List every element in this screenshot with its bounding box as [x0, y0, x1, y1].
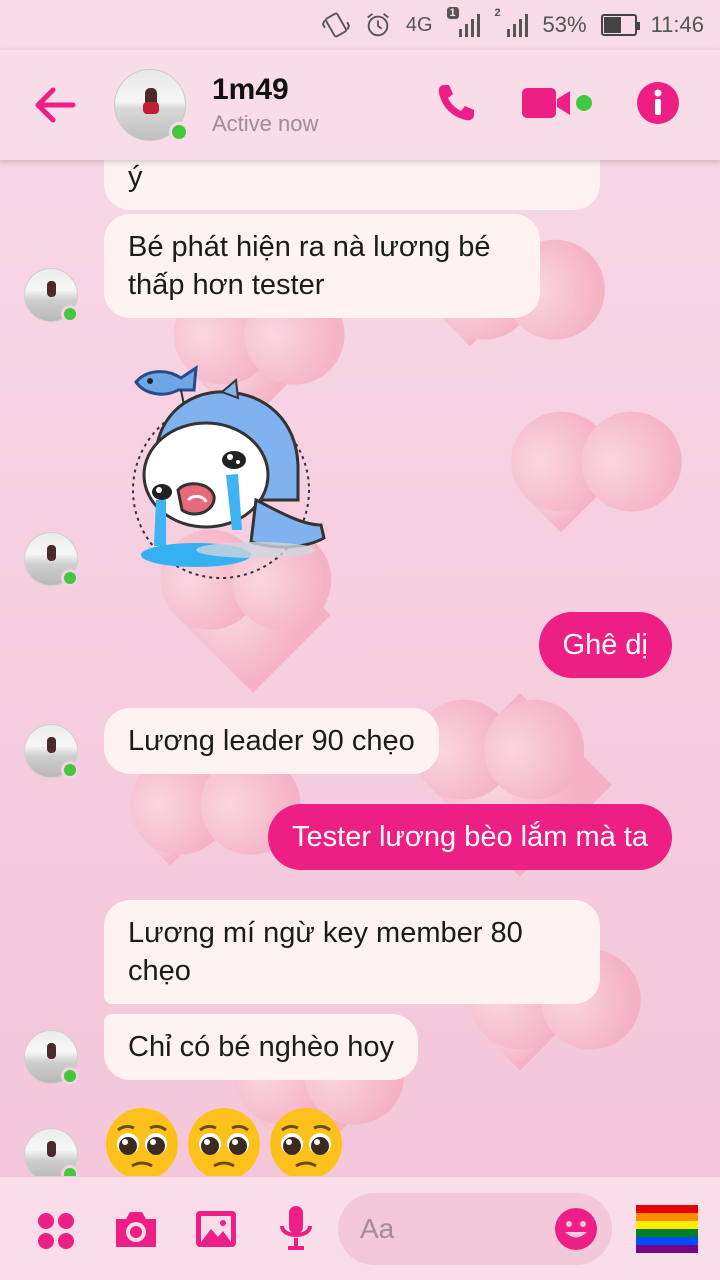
battery-icon: [600, 14, 640, 36]
contact-avatar-small[interactable]: [24, 1030, 79, 1085]
sim2-badge: 2: [494, 7, 501, 19]
pleading-face-icon: [106, 1108, 178, 1180]
contact-avatar-small[interactable]: [24, 724, 79, 779]
emoji-message[interactable]: [104, 1106, 344, 1182]
more-actions-icon[interactable]: [34, 1209, 78, 1253]
network-type: 4G: [405, 13, 433, 36]
emoji-picker-icon[interactable]: [554, 1207, 598, 1251]
phone-call-icon[interactable]: [434, 81, 478, 130]
quick-reaction-button[interactable]: [634, 1201, 700, 1255]
camera-icon[interactable]: [112, 1207, 160, 1251]
background-heart: [525, 461, 597, 533]
message-bubble-outgoing[interactable]: Tester lương bèo lắm mà ta: [268, 804, 672, 870]
rainbow-flag-icon: [636, 1205, 698, 1253]
battery-percent: 53%: [542, 12, 587, 37]
message-bubble-incoming[interactable]: Lương leader 90 chẹo: [104, 708, 439, 774]
message-bubble-incoming[interactable]: Chỉ có bé nghèo hoy: [104, 1014, 419, 1080]
header-actions: [434, 50, 680, 160]
alarm-icon: [364, 11, 392, 39]
contact-avatar-small[interactable]: [24, 532, 79, 587]
signal-icon-sim1: 1: [446, 7, 481, 39]
contact-info[interactable]: 1m49 Active now: [212, 73, 318, 137]
message-bubble-outgoing[interactable]: Ghê dị: [538, 612, 672, 678]
status-bar: 4G 1 2 53% 11:46: [0, 0, 720, 50]
message-bubble-incoming[interactable]: Lương mí ngừ key member 80 chẹo: [104, 900, 600, 1004]
contact-avatar[interactable]: [114, 69, 189, 142]
contact-status: Active now: [212, 111, 319, 136]
microphone-icon[interactable]: [276, 1203, 316, 1253]
gallery-icon[interactable]: [192, 1207, 240, 1251]
online-indicator: [169, 122, 189, 142]
info-icon[interactable]: [636, 81, 680, 130]
conversation-header: 1m49 Active now: [0, 50, 720, 160]
contact-avatar-small[interactable]: [24, 268, 79, 323]
sim1-badge: 1: [446, 7, 459, 19]
pleading-face-icon: [188, 1108, 260, 1180]
clock: 11:46: [650, 12, 704, 37]
message-composer: [0, 1176, 720, 1280]
crying-shark-sticker[interactable]: [126, 350, 336, 580]
background-heart: [144, 814, 196, 866]
vibrate-icon: [321, 11, 350, 39]
contact-avatar-small[interactable]: [24, 1128, 79, 1183]
back-arrow-icon[interactable]: [30, 80, 80, 130]
message-bubble-incoming[interactable]: Bé phát hiện ra nà lương bé thấp hơn tes…: [104, 214, 540, 318]
signal-icon-sim2: 2: [495, 7, 529, 39]
contact-name: 1m49: [212, 73, 289, 106]
video-call-icon[interactable]: [522, 85, 592, 126]
pleading-face-icon: [270, 1108, 342, 1180]
background-heart: [484, 999, 556, 1071]
